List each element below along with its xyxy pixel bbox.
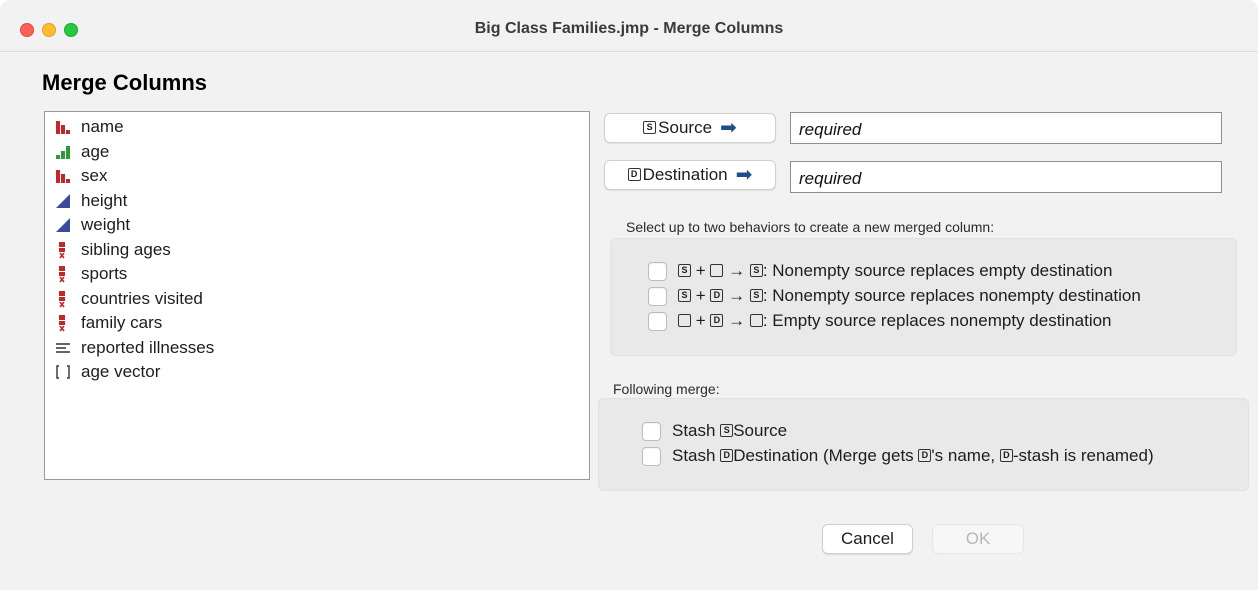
behaviors-heading: Select up to two behaviors to create a n… xyxy=(626,219,995,235)
behavior-text: : Nonempty source replaces empty destina… xyxy=(762,261,1113,280)
multiple-response-icon xyxy=(54,290,72,308)
stash-source-checkbox[interactable] xyxy=(642,421,661,441)
behavior-text: : Nonempty source replaces nonempty dest… xyxy=(762,286,1141,305)
stash-destination-text-3: -stash is renamed) xyxy=(1012,446,1154,465)
column-label: weight xyxy=(81,215,131,234)
destination-glyph-icon: D xyxy=(918,448,932,462)
stash-destination-prefix: Stash xyxy=(672,446,721,465)
multiple-response-icon xyxy=(54,265,72,283)
behavior-option-2[interactable]: S + D → S: Nonempty source replaces none… xyxy=(648,286,1141,306)
column-label: countries visited xyxy=(81,288,203,308)
stash-source-suffix: Source xyxy=(733,421,788,440)
source-glyph-icon: S xyxy=(678,288,691,302)
column-label: reported illnesses xyxy=(81,337,215,357)
plus-sign: + xyxy=(691,311,711,330)
column-list-item[interactable]: age xyxy=(45,140,589,165)
destination-glyph-icon: D xyxy=(627,167,641,181)
column-label: sex xyxy=(81,166,108,185)
merge-columns-window: Big Class Families.jmp - Merge Columns M… xyxy=(0,0,1258,590)
nominal-icon xyxy=(54,167,72,185)
source-glyph-icon: S xyxy=(643,120,657,134)
arrow-sign: → xyxy=(723,261,750,280)
unstructured-text-icon xyxy=(54,339,72,357)
following-merge-heading: Following merge: xyxy=(613,381,720,397)
destination-field[interactable]: required xyxy=(790,161,1222,193)
empty-glyph-icon xyxy=(749,313,763,327)
source-glyph-icon: S xyxy=(720,423,734,437)
behavior-checkbox[interactable] xyxy=(648,286,667,306)
plus-sign: + xyxy=(691,286,711,305)
column-label: family cars xyxy=(81,313,163,332)
stash-source-prefix: Stash xyxy=(672,421,721,440)
source-field[interactable]: required xyxy=(790,112,1222,144)
multiple-response-icon xyxy=(54,241,72,259)
ordinal-icon xyxy=(54,143,72,161)
plus-sign: + xyxy=(691,261,711,280)
column-list-item[interactable]: weight xyxy=(45,213,589,238)
column-list-item[interactable]: age vector xyxy=(45,360,589,385)
column-list-item[interactable]: sex xyxy=(45,164,589,189)
destination-glyph-icon: D xyxy=(710,313,724,327)
behavior-checkbox[interactable] xyxy=(648,311,667,331)
destination-glyph-icon: D xyxy=(720,448,734,462)
destination-glyph-icon: D xyxy=(710,288,724,302)
stash-destination-checkbox[interactable] xyxy=(642,446,661,466)
source-glyph-icon: S xyxy=(749,263,763,277)
column-list-item[interactable]: countries visited xyxy=(45,287,589,312)
column-list-item[interactable]: height xyxy=(45,189,589,214)
stash-destination-text: Destination (Merge gets xyxy=(733,446,919,465)
destination-glyph-icon: D xyxy=(999,448,1013,462)
window-title: Big Class Families.jmp - Merge Columns xyxy=(474,20,784,37)
column-list-item[interactable]: family cars xyxy=(45,311,589,336)
vector-icon xyxy=(54,363,72,381)
column-label: age xyxy=(81,141,110,161)
dialog-title: Merge Columns xyxy=(42,70,208,95)
following-merge-group xyxy=(598,398,1249,491)
cancel-button[interactable]: Cancel xyxy=(822,524,913,554)
source-role-button[interactable]: S Source ➡ xyxy=(604,113,776,143)
nominal-icon xyxy=(54,118,72,136)
column-list-item[interactable]: sports xyxy=(45,262,589,287)
arrow-sign: → xyxy=(723,311,750,330)
source-role-label: Source xyxy=(658,118,713,137)
column-label: sibling ages xyxy=(81,239,171,259)
stash-destination-option[interactable]: Stash D Destination (Merge gets D 's nam… xyxy=(642,446,1154,466)
column-label: age vector xyxy=(81,362,161,381)
column-label: name xyxy=(81,117,124,136)
column-list-item[interactable]: reported illnesses xyxy=(45,336,589,361)
source-glyph-icon: S xyxy=(749,288,763,302)
arrow-sign: → xyxy=(723,286,750,305)
source-glyph-icon: S xyxy=(678,263,691,277)
column-label: sports xyxy=(81,264,128,283)
destination-role-button[interactable]: D Destination ➡ xyxy=(604,160,776,190)
behavior-option-1[interactable]: S + → S: Nonempty source replaces empty … xyxy=(648,261,1112,281)
multiple-response-icon xyxy=(54,314,72,332)
right-arrow-icon: ➡ xyxy=(735,164,753,186)
ok-button[interactable]: OK xyxy=(932,524,1024,554)
empty-glyph-icon xyxy=(678,313,691,327)
behavior-checkbox[interactable] xyxy=(648,261,667,281)
title-bar: Big Class Families.jmp - Merge Columns xyxy=(0,0,1258,52)
column-list-item[interactable]: name xyxy=(45,115,589,140)
continuous-icon xyxy=(54,192,72,210)
stash-destination-text-2: 's name, xyxy=(931,446,1000,465)
continuous-icon xyxy=(54,216,72,234)
column-list[interactable]: name age sex height weight sibling ages sports… xyxy=(44,111,590,480)
column-list-item[interactable]: sibling ages xyxy=(45,238,589,263)
behavior-text: : Empty source replaces nonempty destina… xyxy=(762,311,1112,330)
behavior-option-3[interactable]: + D → : Empty source replaces nonempty d… xyxy=(648,311,1112,331)
column-label: height xyxy=(81,190,128,210)
destination-role-label: Destination xyxy=(642,165,728,184)
right-arrow-icon: ➡ xyxy=(720,117,737,139)
empty-glyph-icon xyxy=(710,263,724,277)
stash-source-option[interactable]: Stash S Source xyxy=(642,421,787,441)
